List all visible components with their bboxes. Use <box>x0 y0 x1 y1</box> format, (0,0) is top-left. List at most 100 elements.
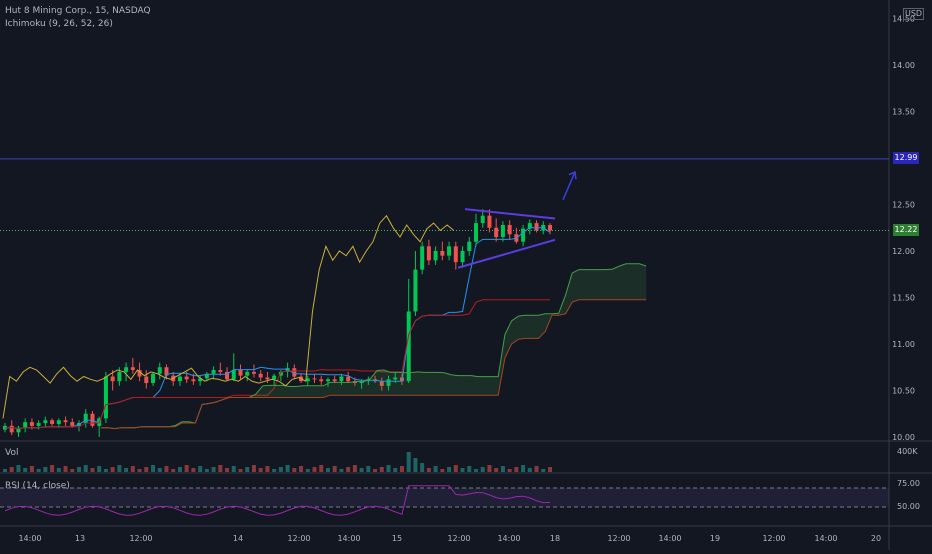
volume-bar <box>514 467 519 472</box>
candle-body <box>332 379 337 382</box>
pattern-lower-trendline <box>457 238 556 269</box>
candle-body <box>487 215 492 228</box>
volume-bar <box>373 469 378 472</box>
volume-bar <box>420 463 425 472</box>
volume-bar <box>426 468 431 472</box>
volume-bar <box>63 466 68 472</box>
volume-bar <box>204 469 209 472</box>
x-tick-label-8: 14:00 <box>497 534 520 543</box>
currency-badge[interactable]: USD <box>903 8 925 20</box>
indicator-legend[interactable]: Ichimoku (9, 26, 52, 26) <box>5 19 113 29</box>
candle-body <box>238 370 243 376</box>
volume-bar <box>56 468 61 472</box>
candle-body <box>184 376 189 380</box>
candle-body <box>507 224 512 235</box>
volume-bar <box>453 465 458 472</box>
y-tick-label-8: 14.00 <box>892 61 915 70</box>
candle-body <box>29 422 34 426</box>
volume-bar <box>198 466 203 472</box>
candle-body <box>426 246 431 261</box>
volume-bar <box>413 458 418 472</box>
volume-bar <box>447 467 452 472</box>
candle-body <box>36 423 41 426</box>
y-tick-label-7: 13.50 <box>892 108 915 117</box>
volume-bar <box>548 467 552 472</box>
candle-body <box>43 420 48 424</box>
volume-bar <box>278 467 283 472</box>
candle-body <box>90 413 95 426</box>
candle-body <box>144 376 149 384</box>
volume-bar <box>366 466 371 472</box>
volume-bar <box>245 467 250 472</box>
x-tick-label-1: 13 <box>75 534 85 543</box>
volume-bar <box>130 466 135 472</box>
x-tick-label-2: 12:00 <box>129 534 152 543</box>
volume-axis-label: 400K <box>897 447 918 456</box>
y-tick-label-2: 11.00 <box>892 340 915 349</box>
volume-bar <box>285 465 290 472</box>
volume-pane-label[interactable]: Vol <box>5 448 18 458</box>
volume-bar <box>507 469 512 472</box>
volume-bar <box>406 452 411 472</box>
kijun-line <box>5 299 550 430</box>
candle-body <box>413 269 418 312</box>
volume-bar <box>527 468 532 472</box>
volume-bar <box>460 468 465 472</box>
volume-bar <box>43 467 48 472</box>
volume-bar <box>218 465 223 472</box>
volume-bar <box>332 466 337 472</box>
volume-bar <box>339 469 344 472</box>
candle-body <box>339 376 344 382</box>
volume-bar <box>225 468 230 472</box>
candle-body <box>258 373 263 378</box>
candle-body <box>218 370 223 372</box>
candle-body <box>494 227 499 238</box>
x-tick-label-10: 12:00 <box>607 534 630 543</box>
candle-body <box>460 251 465 263</box>
ichimoku-cloud <box>101 263 647 429</box>
y-tick-label-3: 11.50 <box>892 294 915 303</box>
breakout-arrow-shaft <box>562 171 576 201</box>
level-price-tag: 12.99 <box>893 152 919 164</box>
span-b-line <box>101 299 647 430</box>
candle-body <box>420 246 425 270</box>
y-tick-label-0: 10.00 <box>892 433 915 442</box>
candle-body <box>211 370 216 374</box>
volume-bar <box>299 466 304 472</box>
x-tick-label-12: 19 <box>710 534 720 543</box>
y-tick-label-1: 10.50 <box>892 387 915 396</box>
candle-body <box>191 379 196 382</box>
candle-body <box>325 379 330 382</box>
candle-body <box>245 371 250 376</box>
candle-body <box>117 371 122 382</box>
volume-bar <box>292 468 297 472</box>
volume-bar <box>319 465 324 472</box>
volume-bar <box>191 468 196 472</box>
volume-bar <box>144 467 149 472</box>
x-tick-label-7: 12:00 <box>447 534 470 543</box>
rsi-pane-label[interactable]: RSI (14, close) <box>5 481 70 491</box>
volume-bar <box>238 469 243 472</box>
candle-body <box>50 420 55 424</box>
symbol-legend[interactable]: Hut 8 Mining Corp., 15, NASDAQ <box>5 6 151 16</box>
candle-body <box>521 228 526 242</box>
volume-bar <box>305 469 310 472</box>
volume-bar <box>110 467 115 472</box>
volume-bar <box>184 465 189 472</box>
chart-canvas[interactable]: 10.0010.5011.0011.5012.0012.5013.0013.50… <box>0 0 932 550</box>
x-tick-label-0: 14:00 <box>18 534 41 543</box>
candle-body <box>473 223 478 242</box>
volume-bar <box>177 467 182 472</box>
y-tick-label-5: 12.50 <box>892 201 915 210</box>
candle-body <box>103 376 108 419</box>
candle-body <box>130 367 135 371</box>
candle-body <box>433 251 438 261</box>
candle-body <box>467 241 472 251</box>
rsi-band <box>0 488 889 507</box>
rsi-level-50: 50.00 <box>897 502 920 511</box>
volume-bar <box>124 468 129 472</box>
volume-bar <box>16 465 21 472</box>
candle-body <box>23 422 28 428</box>
volume-bar <box>258 468 263 472</box>
x-tick-label-5: 14:00 <box>337 534 360 543</box>
